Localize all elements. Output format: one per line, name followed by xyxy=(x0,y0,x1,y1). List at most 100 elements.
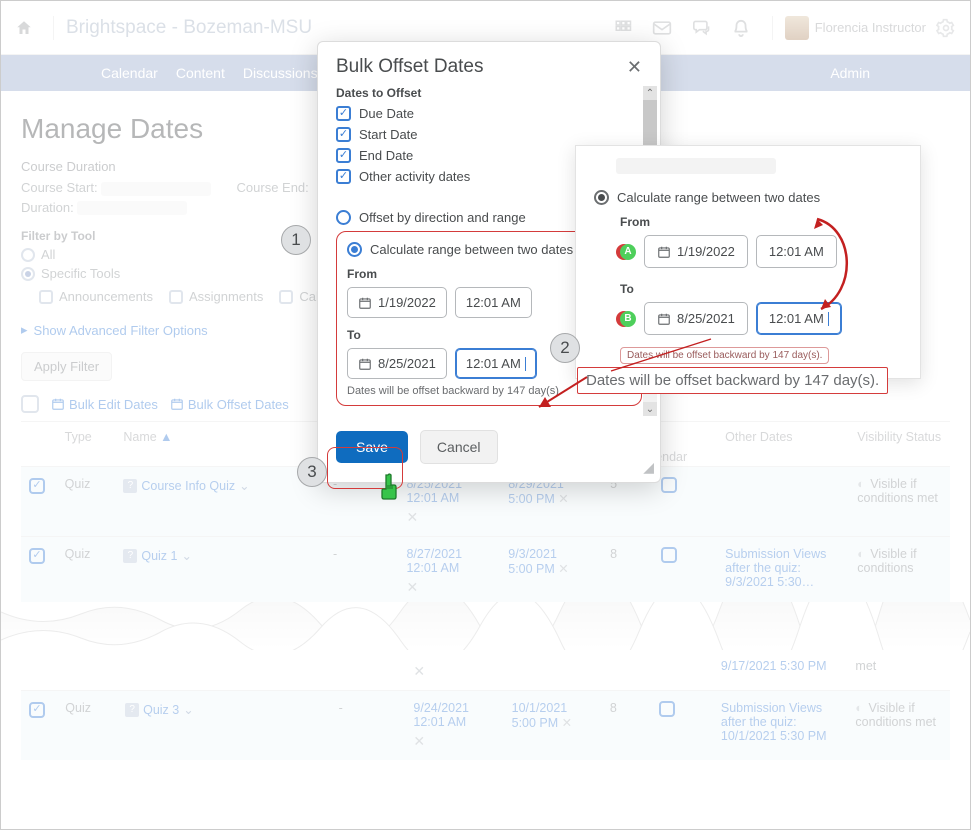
scroll-down-icon[interactable]: ⌄ xyxy=(643,402,657,416)
visibility-icon: ◐ xyxy=(855,701,863,715)
gear-icon[interactable] xyxy=(936,18,956,38)
chevron-down-icon[interactable]: ⌄ xyxy=(183,702,193,717)
checkbox-icon[interactable] xyxy=(336,169,351,184)
chevron-down-icon[interactable]: ⌄ xyxy=(239,478,249,493)
bell-icon[interactable] xyxy=(732,18,750,38)
from-date-input[interactable]: 1/19/2022 xyxy=(347,287,447,318)
dates-to-offset-label: Dates to Offset xyxy=(336,86,642,100)
row-checkbox[interactable] xyxy=(29,548,45,564)
radio-icon[interactable] xyxy=(21,248,35,262)
scroll-up-icon[interactable]: ⌃ xyxy=(643,86,657,100)
home-icon[interactable] xyxy=(15,19,33,37)
table-row: Quiz ? Quiz 3 ⌄ - 9/24/202112:01 AM✕ 10/… xyxy=(21,691,950,761)
annotation-step-3: 3 xyxy=(297,457,327,487)
item-link[interactable]: ? Quiz 1 ⌄ xyxy=(123,548,192,563)
radio-icon[interactable] xyxy=(336,210,351,225)
torn-edge xyxy=(1,602,970,650)
annotation-arrow-curve xyxy=(805,211,861,321)
nav-admin[interactable]: Admin xyxy=(830,65,870,81)
annotation-step-1: 1 xyxy=(281,225,311,255)
item-link[interactable]: ? Course Info Quiz ⌄ xyxy=(123,478,249,493)
modal-title: Bulk Offset Dates xyxy=(336,56,484,78)
annotation-arrow-diag xyxy=(531,371,591,415)
divider xyxy=(53,16,54,40)
annotation-badge-a: A xyxy=(620,244,636,260)
org-name[interactable]: Brightspace - Bozeman-MSU xyxy=(66,17,312,39)
checkbox-icon[interactable] xyxy=(39,290,53,304)
radio-icon[interactable] xyxy=(347,242,362,257)
close-icon[interactable]: ✕ xyxy=(627,57,642,78)
remove-icon[interactable]: ✕ xyxy=(413,733,495,750)
apply-filter-button[interactable]: Apply Filter xyxy=(21,352,112,381)
zoom-from-date: 1/19/2022 xyxy=(644,235,748,268)
nav-discussions[interactable]: Discussions xyxy=(243,65,318,81)
annotation-badge-b: B xyxy=(620,311,636,327)
nav-calendar[interactable]: Calendar xyxy=(101,65,158,81)
zoom-to-date: 8/25/2021 xyxy=(644,302,748,335)
check-due-date[interactable]: Due Date xyxy=(336,106,642,121)
apps-icon[interactable] xyxy=(614,19,632,37)
table-row: Quiz ? Quiz 1 ⌄ - 8/27/202112:01 AM✕ 9/3… xyxy=(21,537,950,607)
checkbox-icon[interactable] xyxy=(336,106,351,121)
remove-icon[interactable]: ✕ xyxy=(562,716,572,730)
filter-assignments[interactable]: Assignments xyxy=(169,289,263,304)
quiz-icon: ? xyxy=(123,549,137,563)
redacted xyxy=(616,158,776,174)
to-time-input[interactable]: 12:01 AM xyxy=(455,348,537,379)
annotation-step-2: 2 xyxy=(550,333,580,363)
chat-icon[interactable] xyxy=(692,19,712,37)
remove-icon[interactable]: ✕ xyxy=(413,663,495,680)
dates-table-continued: ✕ 9/17/2021 5:30 PM met Quiz ? Quiz 3 ⌄ … xyxy=(21,648,950,760)
remove-icon[interactable]: ✕ xyxy=(406,579,492,596)
quiz-icon: ? xyxy=(125,703,139,717)
avatar[interactable] xyxy=(785,16,809,40)
filter-specific-label: Specific Tools xyxy=(41,266,120,281)
username[interactable]: Florencia Instructor xyxy=(815,20,926,35)
resize-handle-icon[interactable]: ◢ xyxy=(643,459,654,476)
redacted xyxy=(101,182,211,196)
checkbox-icon[interactable] xyxy=(279,290,293,304)
col-other[interactable]: Other Dates xyxy=(717,422,849,467)
cancel-button[interactable]: Cancel xyxy=(420,430,498,464)
bulk-edit-dates-link[interactable]: Bulk Edit Dates xyxy=(51,397,158,412)
table-row: ✕ 9/17/2021 5:30 PM met xyxy=(21,649,950,691)
redacted xyxy=(77,201,187,215)
radio-icon[interactable] xyxy=(21,267,35,281)
row-checkbox[interactable] xyxy=(29,478,45,494)
item-link[interactable]: ? Quiz 3 ⌄ xyxy=(125,702,194,717)
remove-icon[interactable]: ✕ xyxy=(406,509,492,526)
checkbox-icon[interactable] xyxy=(169,290,183,304)
nav-content[interactable]: Content xyxy=(176,65,225,81)
row-checkbox[interactable] xyxy=(29,702,45,718)
col-name[interactable]: Name xyxy=(123,430,156,444)
radio-icon xyxy=(594,190,609,205)
filter-all-label: All xyxy=(41,247,55,262)
remove-icon[interactable]: ✕ xyxy=(558,562,568,576)
save-button[interactable]: Save xyxy=(336,431,408,463)
checkbox-icon[interactable] xyxy=(336,127,351,142)
checkbox-icon[interactable] xyxy=(336,148,351,163)
select-all-checkbox[interactable] xyxy=(21,395,39,413)
quiz-icon: ? xyxy=(123,479,137,493)
remove-icon[interactable]: ✕ xyxy=(558,492,568,506)
col-type[interactable]: Type xyxy=(57,422,116,467)
filter-announcements[interactable]: Announcements xyxy=(39,289,153,304)
mail-icon[interactable] xyxy=(652,20,672,36)
sort-asc-icon: ▲ xyxy=(160,430,172,444)
to-date-input[interactable]: 8/25/2021 xyxy=(347,348,447,379)
course-end-label: Course End: xyxy=(237,180,309,195)
check-start-date[interactable]: Start Date xyxy=(336,127,642,142)
from-time-input[interactable]: 12:01 AM xyxy=(455,287,532,318)
calendar-checkbox[interactable] xyxy=(659,701,675,717)
bulk-offset-dates-link[interactable]: Bulk Offset Dates xyxy=(170,397,289,412)
course-start-label: Course Start: xyxy=(21,180,98,195)
chevron-down-icon[interactable]: ⌄ xyxy=(181,548,191,563)
visibility-icon: ◐ xyxy=(857,547,865,561)
divider xyxy=(772,16,773,40)
visibility-icon: ◐ xyxy=(857,477,865,491)
col-visibility[interactable]: Visibility Status xyxy=(849,422,950,467)
duration-label: Duration: xyxy=(21,200,74,215)
calendar-checkbox[interactable] xyxy=(661,547,677,563)
chevron-right-icon: ▸ xyxy=(21,322,28,338)
calendar-checkbox[interactable] xyxy=(661,477,677,493)
